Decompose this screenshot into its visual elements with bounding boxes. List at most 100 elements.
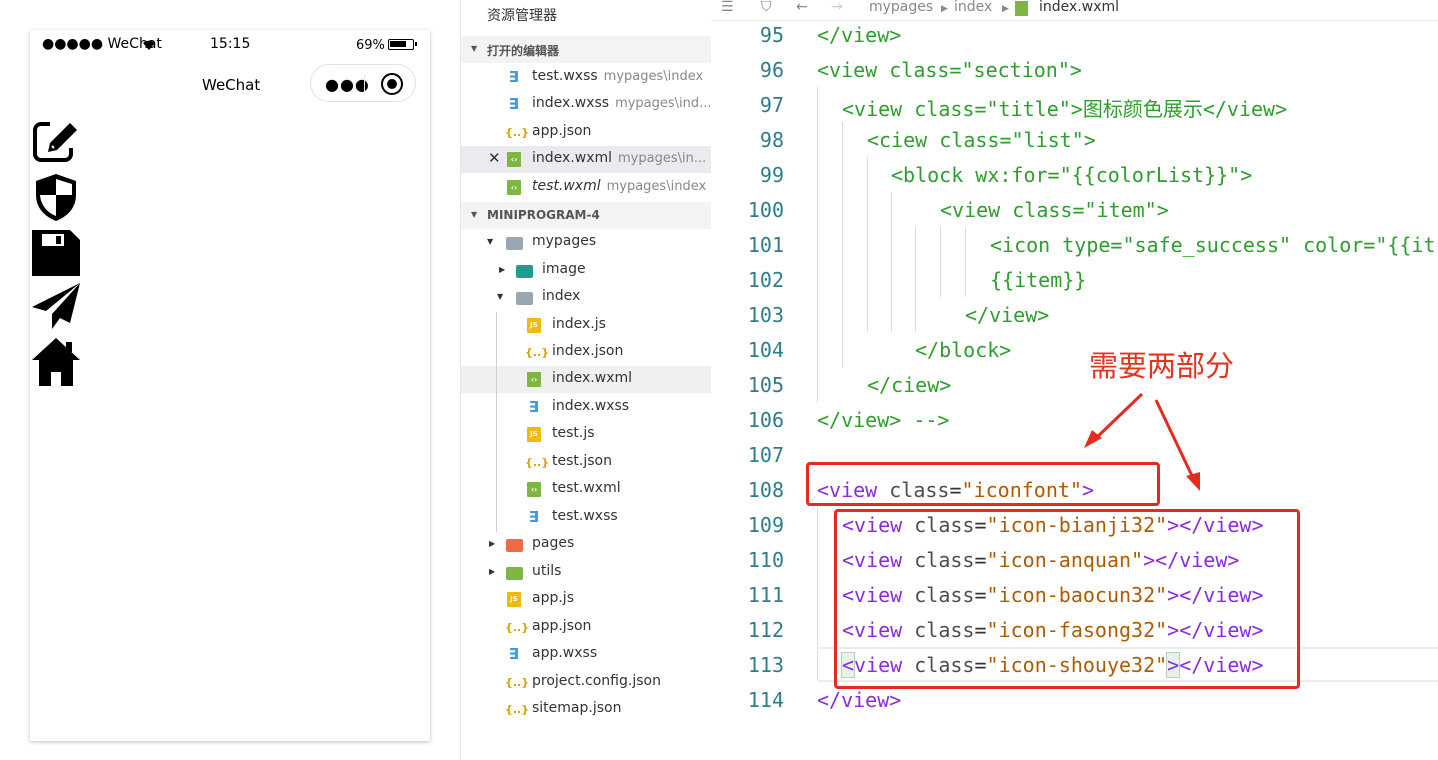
simulator-window: ●●●●● WeChat 15:15 69% WeChat ●●● — [30, 30, 430, 741]
tree-label: index — [542, 288, 581, 304]
close-icon[interactable]: ✕ — [488, 149, 501, 167]
open-editor-item[interactable]: ‹› test.wxml mypages\index — [461, 174, 711, 201]
wxss-file-icon: ∃ — [508, 95, 520, 113]
json-file-icon: {..} — [505, 676, 530, 689]
tree-label: test.json — [552, 453, 612, 469]
line-number: 112 — [747, 618, 784, 642]
tree-indent-guide — [496, 312, 497, 532]
tree-label: utils — [532, 563, 562, 579]
expand-arrow-icon[interactable]: ▼ — [497, 292, 503, 301]
battery-percent: 69% — [356, 38, 385, 53]
line-number: 111 — [747, 583, 784, 607]
code-line[interactable]: 105 </ciew> — [711, 367, 1438, 402]
file-path: mypages\index — [606, 179, 707, 194]
battery-icon — [388, 39, 417, 50]
tree-file[interactable]: JS app.js — [461, 586, 711, 613]
forward-arrow-icon[interactable]: → — [831, 0, 843, 15]
open-editor-item[interactable]: ∃ test.wxss mypages\index — [461, 64, 711, 91]
json-file-icon: {..} — [525, 346, 550, 359]
code-line[interactable]: 99 <block wx:for="{{colorList}}"> — [711, 157, 1438, 192]
tree-file[interactable]: {..} app.json — [461, 614, 711, 641]
tree-file[interactable]: ∃ app.wxss — [461, 641, 711, 668]
tree-folder[interactable]: ▶ pages — [461, 531, 711, 558]
tree-folder[interactable]: ▶ utils — [461, 559, 711, 586]
wxml-file-icon: ‹› — [527, 482, 541, 497]
tree-label: mypages — [532, 233, 597, 249]
folder-icon — [506, 237, 523, 250]
line-number: 113 — [747, 653, 784, 677]
tree-label: image — [542, 261, 586, 277]
collapsed-arrow-icon[interactable]: ▶ — [499, 265, 505, 274]
capsule-divider — [364, 75, 365, 93]
capsule-menu[interactable]: ●●● — [310, 64, 416, 102]
bookmark-icon[interactable]: ⛉ — [761, 0, 772, 15]
tree-file[interactable]: ∃ index.wxss — [461, 394, 711, 421]
tree-label: pages — [532, 535, 575, 551]
breadcrumb-item[interactable]: index — [954, 0, 992, 15]
list-icon[interactable]: ☰ — [721, 0, 734, 15]
open-editors-header[interactable]: ▼ 打开的编辑器 — [461, 36, 711, 63]
tree-file[interactable]: {..} project.config.json — [461, 669, 711, 696]
line-number: 95 — [759, 23, 784, 47]
collapse-icon[interactable]: ▼ — [471, 210, 477, 219]
tree-file[interactable]: ‹› test.wxml — [461, 476, 711, 503]
wxml-file-icon: ‹› — [507, 152, 521, 167]
code-line[interactable]: 106 </view> --> — [711, 402, 1438, 437]
tree-file-selected[interactable]: ‹› index.wxml — [461, 366, 711, 393]
line-number: 106 — [747, 408, 784, 432]
tree-label: app.wxss — [532, 645, 598, 661]
status-bar: ●●●●● WeChat 15:15 69% — [30, 30, 430, 60]
back-arrow-icon[interactable]: ← — [796, 0, 808, 15]
send-icon — [32, 283, 80, 329]
open-editor-item[interactable]: {..} app.json — [461, 119, 711, 146]
collapsed-arrow-icon[interactable]: ▶ — [489, 539, 495, 548]
open-editor-item-active[interactable]: ✕ ‹› index.wxml mypages\in... — [461, 146, 711, 173]
tree-label: app.json — [532, 618, 592, 634]
js-file-icon: JS — [527, 318, 541, 333]
code-line[interactable]: 103 </view> — [711, 297, 1438, 332]
tree-file[interactable]: {..} sitemap.json — [461, 696, 711, 723]
breadcrumb-item[interactable]: mypages — [869, 0, 933, 15]
file-path: mypages\index — [603, 69, 704, 84]
tree-folder[interactable]: ▶ image — [461, 257, 711, 284]
code-text: <icon type="safe_success" color="{{it — [990, 233, 1436, 257]
tree-file[interactable]: {..} test.json — [461, 449, 711, 476]
tree-file[interactable]: JS test.js — [461, 421, 711, 448]
code-line[interactable]: 96 <view class="section"> — [711, 52, 1438, 87]
file-name: app.json — [532, 123, 592, 139]
tree-folder[interactable]: ▼ mypages — [461, 229, 711, 256]
tree-label: test.wxss — [552, 508, 618, 524]
wxml-file-icon: ‹› — [527, 372, 541, 387]
code-line[interactable]: 101 <icon type="safe_success" color="{{it — [711, 227, 1438, 262]
project-header[interactable]: ▼ MINIPROGRAM-4 — [461, 202, 711, 229]
close-mini-program-icon[interactable] — [381, 73, 403, 95]
wxml-file-icon: ‹› — [507, 180, 521, 195]
code-line[interactable]: 100 <view class="item"> — [711, 192, 1438, 227]
tree-label: index.wxml — [552, 370, 633, 386]
wxss-file-icon: ∃ — [508, 68, 520, 86]
annotation-text: 需要两部分 — [1089, 349, 1235, 383]
code-line[interactable]: 98 <ciew class="list"> — [711, 122, 1438, 157]
tree-file[interactable]: {..} index.json — [461, 339, 711, 366]
collapsed-arrow-icon[interactable]: ▶ — [489, 567, 495, 576]
code-line[interactable]: 97 <view class="title">图标颜色展示</view> — [711, 87, 1438, 122]
tree-file[interactable]: ∃ test.wxss — [461, 504, 711, 531]
code-line[interactable]: 102 {{item}} — [711, 262, 1438, 297]
expand-arrow-icon[interactable]: ▼ — [487, 237, 493, 246]
tree-file[interactable]: JS index.js — [461, 312, 711, 339]
file-name: test.wxml — [532, 178, 601, 194]
line-number: 100 — [747, 198, 784, 222]
explorer-title: 资源管理器 — [487, 8, 557, 24]
line-number: 98 — [759, 128, 784, 152]
tree-label: test.wxml — [552, 480, 621, 496]
json-file-icon: {..} — [505, 703, 530, 716]
folder-image-icon — [516, 265, 533, 278]
code-line[interactable]: 104 </block> — [711, 332, 1438, 367]
code-text: </view> — [965, 303, 1050, 327]
tree-folder[interactable]: ▼ index — [461, 284, 711, 311]
breadcrumb-item[interactable]: index.wxml — [1039, 0, 1119, 15]
code-line[interactable]: 95 </view> — [711, 17, 1438, 52]
line-number: 96 — [759, 58, 784, 82]
collapse-icon[interactable]: ▼ — [471, 44, 477, 53]
open-editor-item[interactable]: ∃ index.wxss mypages\ind... — [461, 91, 711, 118]
